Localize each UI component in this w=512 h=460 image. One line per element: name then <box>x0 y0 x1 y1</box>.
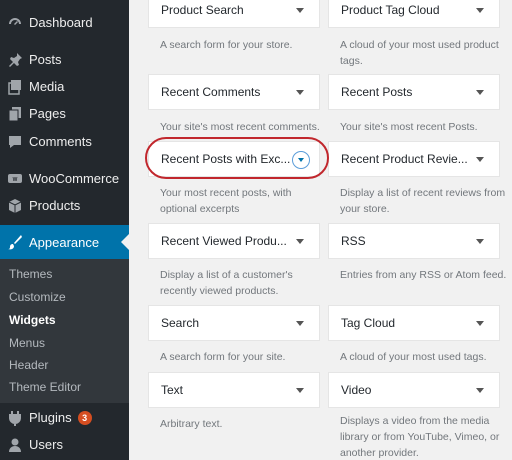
chevron-down-icon[interactable] <box>296 239 304 244</box>
comment-icon <box>0 134 29 150</box>
submenu-customize[interactable]: Customize <box>9 290 66 304</box>
update-count-badge: 3 <box>77 410 92 425</box>
widget-description: Display a list of recent reviews from yo… <box>340 187 506 215</box>
active-arrow <box>121 234 129 250</box>
widget-description: Displays a video from the media library … <box>340 415 500 459</box>
submenu-theme-editor[interactable]: Theme Editor <box>9 380 81 394</box>
widget-rss[interactable]: RSS <box>328 223 500 259</box>
svg-text:W: W <box>12 177 17 183</box>
chevron-down-icon[interactable] <box>476 239 484 244</box>
submenu-menus[interactable]: Menus <box>9 336 45 350</box>
widget-description: Arbitrary text. <box>160 418 223 430</box>
menu-appearance[interactable]: Appearance <box>0 225 129 259</box>
widget-description: Entries from any RSS or Atom feed. <box>340 269 507 281</box>
pin-icon <box>0 52 29 68</box>
chevron-down-icon[interactable] <box>476 157 484 162</box>
menu-users[interactable]: Users <box>0 431 129 458</box>
widget-description: A search form for your store. <box>160 39 293 51</box>
widget-product-search[interactable]: Product Search <box>148 0 320 28</box>
submenu-themes[interactable]: Themes <box>9 267 52 281</box>
appearance-submenu: Themes Customize Widgets Menus Header Th… <box>0 259 129 403</box>
chevron-down-icon[interactable] <box>476 8 484 13</box>
pages-icon <box>0 106 29 122</box>
widget-recent-product-reviews[interactable]: Recent Product Revie... <box>328 141 500 177</box>
submenu-header[interactable]: Header <box>9 358 48 372</box>
plug-icon <box>0 410 29 426</box>
widget-text[interactable]: Text <box>148 372 320 408</box>
widget-description: Your most recent posts, with optional ex… <box>160 187 292 215</box>
chevron-down-icon[interactable] <box>296 321 304 326</box>
chevron-down-icon[interactable] <box>476 388 484 393</box>
menu-woocommerce[interactable]: W WooCommerce <box>0 165 129 192</box>
widget-recent-comments[interactable]: Recent Comments <box>148 74 320 110</box>
menu-dashboard[interactable]: Dashboard <box>0 9 129 36</box>
media-icon <box>0 79 29 95</box>
menu-comments[interactable]: Comments <box>0 128 129 155</box>
admin-sidebar: Dashboard Posts Media Pages Comments W W… <box>0 0 129 460</box>
widget-description: Your site's most recent comments. <box>160 121 320 133</box>
widget-search[interactable]: Search <box>148 305 320 341</box>
menu-products[interactable]: Products <box>0 192 129 219</box>
widget-product-tag-cloud[interactable]: Product Tag Cloud <box>328 0 500 28</box>
menu-pages[interactable]: Pages <box>0 100 129 127</box>
menu-media[interactable]: Media <box>0 73 129 100</box>
chevron-down-icon[interactable] <box>296 8 304 13</box>
chevron-down-icon[interactable] <box>476 321 484 326</box>
widget-recent-posts[interactable]: Recent Posts <box>328 74 500 110</box>
brush-icon <box>0 234 29 250</box>
widget-description: A search form for your site. <box>160 351 286 363</box>
chevron-down-icon[interactable] <box>296 90 304 95</box>
woocommerce-icon: W <box>0 171 29 187</box>
widget-video[interactable]: Video <box>328 372 500 408</box>
highlight-circle <box>145 137 329 179</box>
users-icon <box>0 437 29 453</box>
widget-description: Your site's most recent Posts. <box>340 121 478 133</box>
submenu-widgets[interactable]: Widgets <box>9 313 56 327</box>
dashboard-icon <box>0 15 29 31</box>
box-icon <box>0 198 29 214</box>
chevron-down-icon[interactable] <box>476 90 484 95</box>
widget-description: A cloud of your most used product tags. <box>340 39 499 67</box>
menu-posts[interactable]: Posts <box>0 46 129 73</box>
chevron-down-icon[interactable] <box>296 388 304 393</box>
widget-description: A cloud of your most used tags. <box>340 351 487 363</box>
widget-description: Display a list of a customer's recently … <box>160 269 293 297</box>
widget-tag-cloud[interactable]: Tag Cloud <box>328 305 500 341</box>
widget-recent-viewed-products[interactable]: Recent Viewed Produ... <box>148 223 320 259</box>
menu-plugins[interactable]: Plugins 3 <box>0 404 129 431</box>
